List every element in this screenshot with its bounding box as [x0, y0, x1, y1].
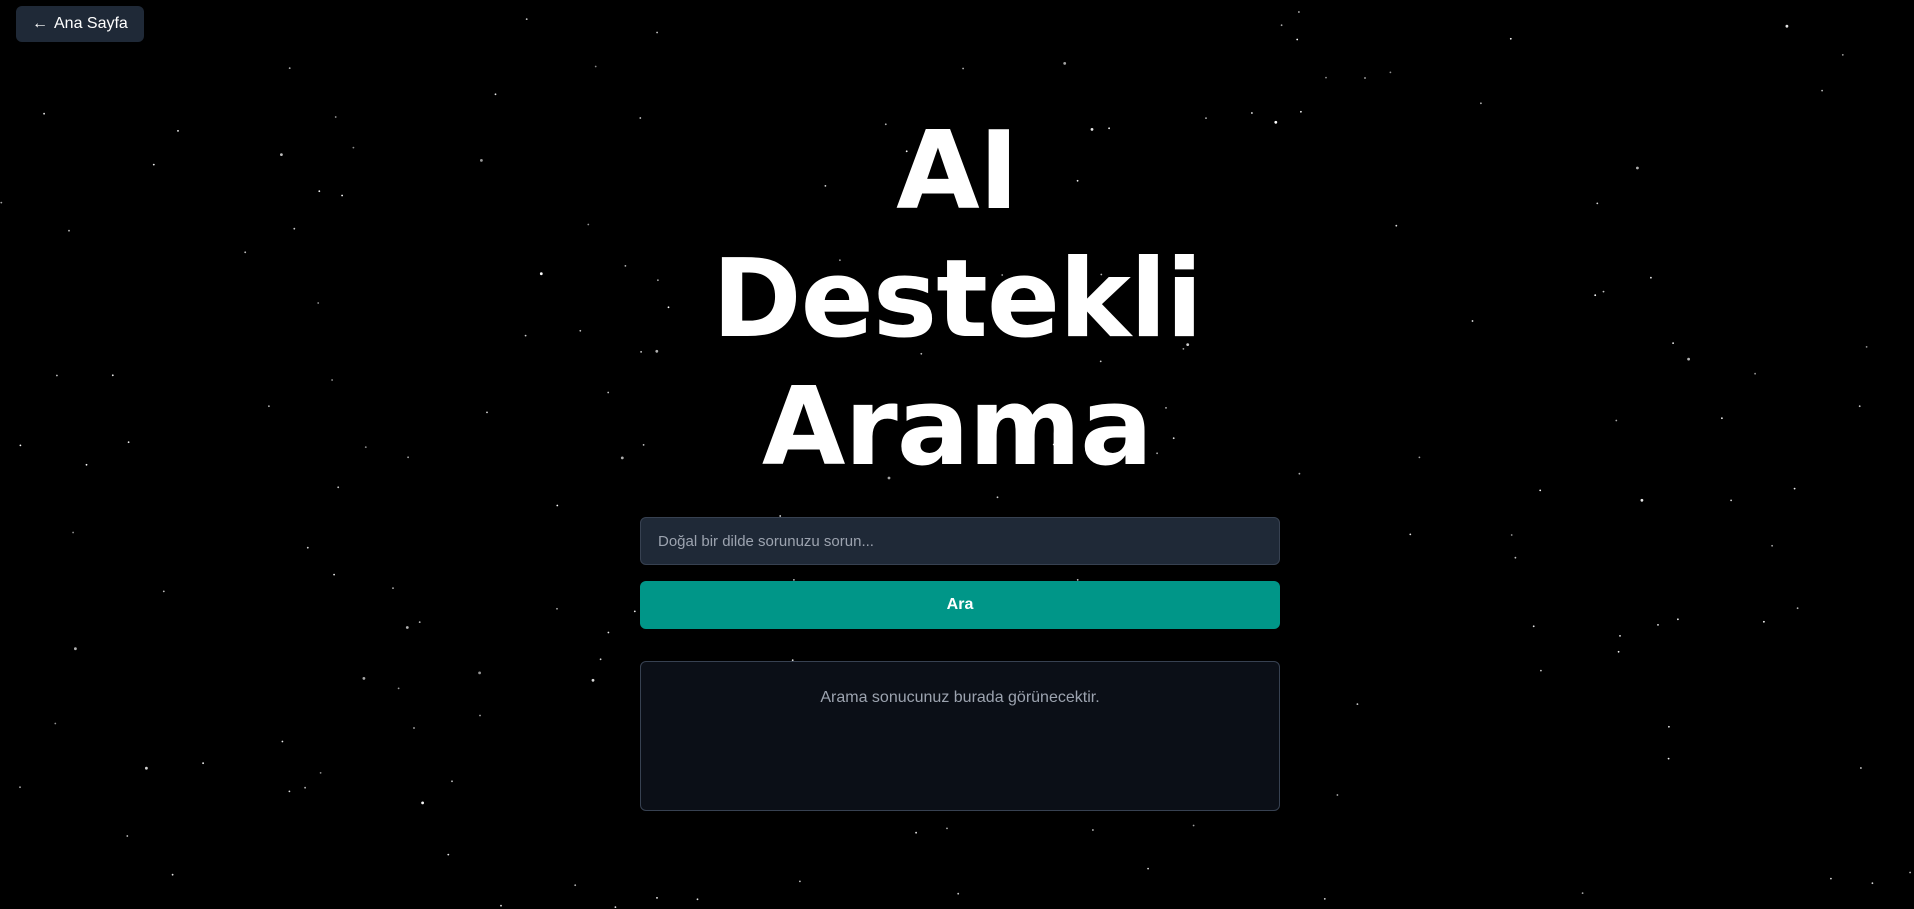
page-background: ← Ana Sayfa AI Destekli Arama Ara Arama …	[0, 0, 1914, 909]
star-dot	[1147, 867, 1149, 870]
star-dot	[525, 18, 528, 20]
star-dot	[1336, 794, 1339, 796]
star-dot	[392, 587, 394, 589]
star-dot	[126, 835, 129, 837]
star-dot	[574, 884, 577, 887]
star-dot	[1785, 24, 1789, 28]
star-dot	[556, 504, 559, 507]
star-dot	[333, 573, 335, 576]
star-dot	[145, 766, 148, 770]
star-dot	[1389, 71, 1392, 74]
star-dot	[946, 827, 948, 830]
title-line-3: Arama	[761, 365, 1153, 490]
star-dot	[1668, 725, 1670, 728]
star-dot	[599, 658, 602, 661]
star-dot	[1677, 618, 1679, 621]
star-dot	[1092, 829, 1094, 831]
star-dot	[1296, 38, 1299, 41]
star-dot	[1771, 544, 1773, 547]
star-dot	[962, 67, 964, 70]
star-dot	[594, 65, 597, 68]
page-title: AI Destekli Arama	[0, 108, 1914, 492]
star-dot	[319, 772, 322, 774]
star-dot	[413, 727, 415, 729]
star-dot	[1619, 635, 1621, 637]
star-dot	[478, 671, 481, 675]
star-dot	[1409, 533, 1412, 536]
star-dot	[957, 892, 960, 895]
star-dot	[1640, 498, 1644, 502]
title-line-1: AI	[896, 109, 1019, 234]
star-dot	[1821, 89, 1823, 92]
star-dot	[614, 906, 617, 908]
star-dot	[1841, 54, 1844, 56]
star-dot	[1540, 669, 1542, 672]
star-dot	[1364, 77, 1366, 79]
star-dot	[1532, 625, 1535, 628]
star-dot	[799, 880, 801, 883]
star-dot	[1514, 556, 1517, 559]
star-dot	[696, 898, 699, 901]
star-dot	[1509, 37, 1512, 40]
star-dot	[418, 621, 421, 623]
star-dot	[54, 722, 57, 725]
star-dot	[1280, 24, 1283, 27]
title-line-2: Destekli	[712, 237, 1203, 362]
star-dot	[1763, 620, 1765, 623]
star-dot	[202, 762, 205, 765]
star-dot	[1323, 898, 1326, 900]
star-dot	[72, 531, 74, 534]
star-dot	[288, 67, 291, 69]
star-dot	[656, 31, 658, 34]
back-arrow-icon: ←	[32, 15, 48, 32]
result-placeholder-text: Arama sonucunuz burada görünecektir.	[820, 689, 1100, 706]
star-dot	[447, 853, 450, 856]
star-dot	[1730, 499, 1732, 502]
star-dot	[1063, 62, 1067, 65]
star-dot	[479, 714, 481, 717]
star-dot	[281, 740, 284, 743]
star-dot	[915, 831, 917, 834]
back-home-button[interactable]: ← Ana Sayfa	[16, 6, 144, 42]
star-dot	[362, 677, 366, 680]
search-button[interactable]: Ara	[640, 581, 1280, 629]
search-input[interactable]	[640, 517, 1280, 565]
star-dot	[1796, 607, 1799, 610]
star-dot	[306, 546, 309, 549]
star-dot	[1581, 892, 1584, 894]
star-dot	[405, 626, 409, 629]
star-dot	[304, 786, 306, 789]
star-dot	[288, 790, 291, 793]
star-dot	[1480, 102, 1482, 105]
star-dot	[656, 897, 658, 899]
star-dot	[421, 801, 424, 805]
star-dot	[494, 93, 497, 96]
star-dot	[1667, 757, 1670, 760]
star-dot	[607, 631, 610, 634]
star-dot	[1830, 877, 1832, 880]
star-dot	[162, 590, 165, 593]
star-dot	[1871, 882, 1874, 885]
star-dot	[1356, 703, 1359, 705]
star-dot	[1510, 534, 1513, 536]
star-dot	[1617, 650, 1620, 653]
star-dot	[171, 873, 174, 876]
star-dot	[591, 678, 595, 682]
star-dot	[451, 780, 453, 783]
star-dot	[19, 786, 21, 789]
star-dot	[1192, 824, 1195, 827]
result-panel: Arama sonucunuz burada görünecektir.	[640, 661, 1280, 811]
star-dot	[1860, 767, 1862, 769]
star-dot	[74, 647, 77, 651]
star-dot	[1909, 871, 1911, 874]
star-dot	[1325, 76, 1327, 79]
star-dot	[1298, 11, 1300, 13]
star-dot	[500, 904, 502, 907]
star-dot	[633, 610, 636, 613]
back-home-label: Ana Sayfa	[54, 15, 128, 32]
star-dot	[397, 687, 400, 690]
star-dot	[556, 607, 558, 610]
star-dot	[1657, 624, 1659, 626]
star-dot	[996, 496, 999, 499]
